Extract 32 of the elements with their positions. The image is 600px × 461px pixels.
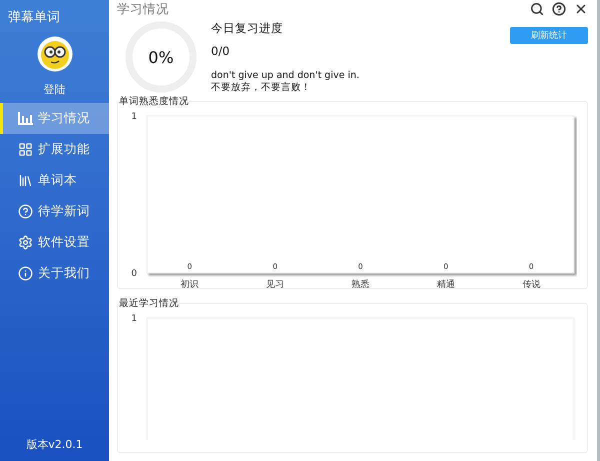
login-link[interactable]: 登陆 bbox=[44, 82, 66, 97]
progress-title: 今日复习进度 bbox=[211, 21, 284, 36]
sidebar-item[interactable]: 待学新词 bbox=[0, 196, 109, 227]
sidebar-item[interactable]: 关于我们 bbox=[0, 258, 109, 289]
section-title: 最近学习情况 bbox=[119, 297, 179, 310]
x-axis-label: 见习 bbox=[266, 280, 284, 288]
x-axis-label: 精通 bbox=[436, 280, 455, 288]
sidebar-item[interactable]: 学习情况 bbox=[0, 103, 109, 134]
info-icon bbox=[18, 266, 33, 281]
app-title: 弹幕单词 bbox=[7, 9, 61, 26]
bar-chart-icon bbox=[18, 112, 33, 125]
sidebar-item[interactable]: 软件设置 bbox=[0, 227, 109, 258]
progress-percent: 0% bbox=[148, 48, 174, 68]
x-axis-label: 初识 bbox=[180, 280, 199, 288]
books-icon bbox=[18, 173, 33, 188]
refresh-button[interactable]: 刷新统计 bbox=[510, 27, 588, 44]
settings-icon bbox=[18, 235, 33, 250]
sidebar-item[interactable]: 扩展功能 bbox=[0, 134, 109, 165]
section-title: 单词熟悉度情况 bbox=[119, 95, 189, 108]
progress-count: 0/0 bbox=[211, 44, 231, 58]
grid-icon bbox=[18, 142, 33, 157]
avatar-icon bbox=[36, 36, 72, 72]
y-axis-label: 1 bbox=[131, 112, 137, 122]
motto-text: don't give up and don't give in. 不要放弃，不要言败！ bbox=[211, 70, 360, 94]
search-icon[interactable] bbox=[530, 2, 544, 16]
sidebar-item[interactable]: 单词本 bbox=[0, 165, 109, 196]
help-icon bbox=[18, 204, 33, 219]
x-axis-label: 传说 bbox=[522, 280, 540, 288]
help-icon[interactable] bbox=[552, 2, 566, 16]
page-title: 学习情况 bbox=[117, 0, 170, 18]
y-axis-label: 0 bbox=[131, 269, 137, 280]
version-label: 版本v2.0.1 bbox=[26, 437, 83, 452]
